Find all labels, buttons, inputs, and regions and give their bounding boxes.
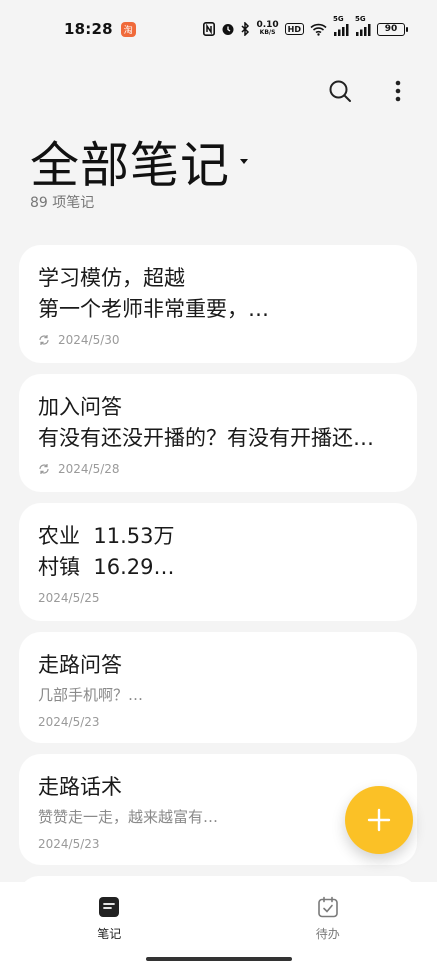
app-notification-icon: 淘 bbox=[120, 21, 136, 37]
status-bar: 18:28 淘 0.10 KB/S HD 5G 5G 90 bbox=[0, 0, 437, 58]
todo-tab-icon bbox=[317, 896, 339, 921]
tab-notes-label: 笔记 bbox=[97, 927, 122, 941]
note-date: 2024/5/23 bbox=[38, 837, 100, 851]
more-options-icon[interactable] bbox=[383, 76, 413, 106]
top-actions bbox=[325, 76, 413, 106]
signal-sim2-icon: 5G bbox=[355, 15, 371, 36]
note-title: 走路话术 bbox=[38, 775, 122, 799]
note-card[interactable]: 走路问答 几部手机啊？… 2024/5/23 bbox=[19, 632, 417, 743]
note-count: 89 项笔记 bbox=[30, 195, 95, 211]
alarm-icon bbox=[221, 22, 235, 36]
note-meta: 2024/5/23 bbox=[38, 715, 398, 729]
note-body: 几部手机啊？… bbox=[38, 686, 144, 704]
note-meta: 2024/5/28 bbox=[38, 462, 398, 476]
note-body: 有没有还没开播的？有没有开播还… bbox=[38, 426, 374, 450]
network-speed-value: 0.10 bbox=[256, 20, 279, 30]
sync-icon bbox=[38, 463, 50, 475]
note-body: 第一个老师非常重要，… bbox=[38, 297, 269, 321]
note-title: 加入问答 bbox=[38, 395, 122, 419]
note-title: 走路问答 bbox=[38, 653, 122, 677]
note-date: 2024/5/30 bbox=[58, 333, 120, 347]
bluetooth-icon bbox=[241, 22, 250, 36]
note-card[interactable]: 学习模仿，超越 第一个老师非常重要，… 2024/5/30 bbox=[19, 245, 417, 363]
add-note-button[interactable] bbox=[345, 786, 413, 854]
network-speed-unit: KB/S bbox=[259, 29, 276, 36]
signal-sim2-label: 5G bbox=[355, 14, 366, 23]
dropdown-caret-icon bbox=[240, 159, 249, 164]
status-icons: 0.10 KB/S HD 5G 5G 90 bbox=[203, 15, 408, 37]
note-card[interactable]: 农业 11.53万 村镇 16.29… 2024/5/25 bbox=[19, 503, 417, 621]
status-time: 18:28 bbox=[64, 20, 113, 38]
note-date: 2024/5/25 bbox=[38, 591, 100, 605]
page-title-text: 全部笔记 bbox=[30, 137, 231, 194]
hd-icon: HD bbox=[284, 23, 304, 35]
notes-tab-icon bbox=[98, 896, 120, 921]
note-meta: 2024/5/25 bbox=[38, 591, 398, 605]
note-card[interactable]: 加入问答 有没有还没开播的？有没有开播还… 2024/5/28 bbox=[19, 374, 417, 492]
page-title[interactable]: 全部笔记 bbox=[30, 126, 249, 197]
note-body: 村镇 16.29… bbox=[38, 555, 175, 579]
home-indicator[interactable] bbox=[146, 957, 292, 961]
note-date: 2024/5/23 bbox=[38, 715, 100, 729]
signal-sim1-icon: 5G bbox=[333, 15, 349, 36]
plus-icon bbox=[367, 808, 391, 832]
signal-sim1-label: 5G bbox=[333, 14, 344, 23]
note-meta: 2024/5/23 bbox=[38, 837, 398, 851]
search-icon[interactable] bbox=[325, 76, 355, 106]
note-date: 2024/5/28 bbox=[58, 462, 120, 476]
sync-icon bbox=[38, 334, 50, 346]
note-body: 赞赞走一走，越来越富有… bbox=[38, 808, 219, 826]
wifi-icon bbox=[310, 23, 327, 36]
nfc-icon bbox=[203, 22, 216, 36]
tab-todo-label: 待办 bbox=[315, 927, 340, 941]
note-title: 学习模仿，超越 bbox=[38, 266, 185, 290]
network-speed: 0.10 KB/S bbox=[256, 21, 278, 37]
note-meta: 2024/5/30 bbox=[38, 333, 398, 347]
battery-icon: 90 bbox=[377, 22, 408, 36]
note-title: 农业 11.53万 bbox=[38, 524, 175, 548]
